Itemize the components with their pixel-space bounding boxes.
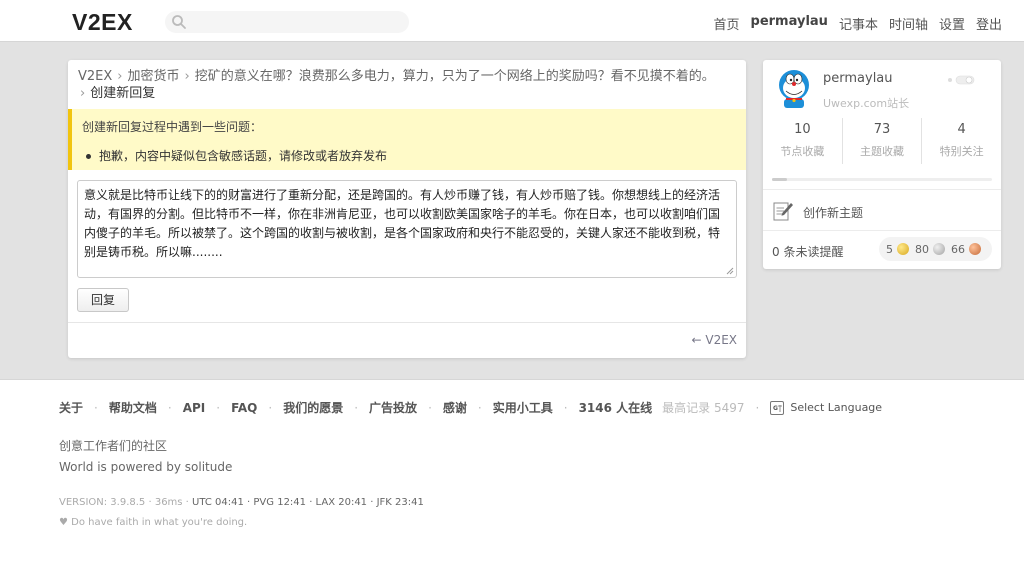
top-nav: 首页 permaylau 记事本 时间轴 设置 登出 <box>714 14 1003 33</box>
footer-link-thanks[interactable]: 感谢 <box>443 399 467 416</box>
breadcrumb-separator: › <box>184 69 190 84</box>
divider <box>763 189 1001 190</box>
online-count: 3146 人在线 <box>578 401 653 415</box>
version-text: VERSION: 3.9.8.5 · 36ms · <box>59 497 193 508</box>
bronze-count: 66 <box>951 242 965 256</box>
breadcrumb-topic[interactable]: 挖矿的意义在哪？浪费那么多电力，算力，只为了一个网络上的奖励吗？看不见摸不着的。 <box>195 69 715 84</box>
footer-dot: · <box>268 400 273 415</box>
footer-dot: · <box>167 400 172 415</box>
footer-dot: · <box>216 400 221 415</box>
footer-dot: · <box>563 400 568 415</box>
footer-link-advertise[interactable]: 广告投放 <box>369 399 417 416</box>
footer-link-help[interactable]: 帮助文档 <box>109 399 157 416</box>
footer-faith: ♥ Do have faith in what you're doing. <box>59 517 248 528</box>
username[interactable]: permaylau <box>823 71 893 86</box>
reply-button[interactable]: 回复 <box>77 288 129 312</box>
divider <box>68 322 746 323</box>
stat-value: 73 <box>873 122 891 137</box>
progress-bar <box>772 178 992 181</box>
resize-handle-icon[interactable] <box>726 267 734 275</box>
search-input[interactable] <box>165 11 409 33</box>
theme-toggle-icon[interactable] <box>946 75 986 85</box>
breadcrumb-separator: › <box>117 69 123 84</box>
balance-badge[interactable]: 5 80 66 <box>879 237 992 261</box>
footer-links: 关于 · 帮助文档 · API · FAQ · 我们的愿景 · 广告投放 · 感谢 · 实用小… <box>59 399 882 416</box>
stat-value: 10 <box>794 122 811 137</box>
nav-timeline[interactable]: 时间轴 <box>889 14 928 33</box>
warning-title: 创建新回复过程中遇到一些问题： <box>82 120 263 134</box>
footer-link-vision[interactable]: 我们的愿景 <box>283 399 343 416</box>
reply-content: 意义就是比特币让线下的的财富进行了重新分配，还是跨国的。有人炒币赚了钱，有人炒币… <box>84 188 721 259</box>
nav-logout[interactable]: 登出 <box>976 14 1002 33</box>
user-stats: 10 节点收藏 73 主题收藏 4 特别关注 <box>763 118 1001 164</box>
stat-label: 主题收藏 <box>860 145 904 158</box>
site-logo[interactable]: V2EX <box>72 9 133 36</box>
footer-link-api[interactable]: API <box>183 401 206 415</box>
footer-link-faq[interactable]: FAQ <box>231 401 257 415</box>
nav-user[interactable]: permaylau <box>751 14 828 33</box>
nav-home[interactable]: 首页 <box>714 14 740 33</box>
edit-icon <box>773 202 793 221</box>
user-panel: permaylau Uwexp.com站长 10 节点收藏 73 主题收藏 4 … <box>763 60 1001 269</box>
max-record: 最高记录 5497 <box>662 401 745 415</box>
stat-label: 节点收藏 <box>780 145 825 158</box>
top-bar: V2EX 首页 permaylau 记事本 时间轴 设置 登出 <box>0 0 1024 42</box>
breadcrumb-node[interactable]: 加密货币 <box>128 69 180 84</box>
new-topic-label: 创作新主题 <box>803 206 864 220</box>
warning-item: 抱歉，内容中疑似包含敏感话题，请修改或者放弃发布 <box>86 147 387 164</box>
reply-textarea[interactable]: 意义就是比特币让线下的的财富进行了重新分配，还是跨国的。有人炒币赚了钱，有人炒币… <box>77 180 737 278</box>
footer-link-about[interactable]: 关于 <box>59 399 83 416</box>
svg-text:G: G <box>773 405 778 412</box>
footer-link-tools[interactable]: 实用小工具 <box>493 399 553 416</box>
stat-following[interactable]: 4 特别关注 <box>921 118 1001 164</box>
gold-count: 5 <box>886 242 893 256</box>
divider <box>763 230 1001 231</box>
footer-version: VERSION: 3.9.8.5 · 36ms · UTC 04:41 · PV… <box>59 497 424 508</box>
footer-slogan: 创意工作者们的社区 <box>59 439 168 453</box>
back-link[interactable]: ← V2EX <box>691 333 737 347</box>
footer-dot: · <box>428 400 432 415</box>
breadcrumb-current: 创建新回复 <box>90 86 156 101</box>
nav-notes[interactable]: 记事本 <box>839 14 878 33</box>
stat-value: 4 <box>957 122 966 137</box>
progress-fill <box>772 178 788 181</box>
footer-dot: · <box>755 400 760 415</box>
stat-label: 特别关注 <box>939 145 984 158</box>
breadcrumb: V2EX › 加密货币 › 挖矿的意义在哪？浪费那么多电力，算力，只为了一个网络上的奖励… <box>78 68 738 102</box>
stat-topic-favorites[interactable]: 73 主题收藏 <box>841 118 922 164</box>
unread-notifications[interactable]: 0 条未读提醒 <box>772 243 843 260</box>
nav-settings[interactable]: 设置 <box>939 14 965 33</box>
gold-coin-icon <box>897 243 909 255</box>
warning-item-text: 抱歉，内容中疑似包含敏感话题，请修改或者放弃发布 <box>99 149 388 163</box>
breadcrumb-separator: › <box>80 86 86 101</box>
bullet-icon <box>86 154 91 159</box>
search-icon <box>172 15 186 29</box>
avatar[interactable] <box>776 69 812 109</box>
bronze-coin-icon <box>969 243 981 255</box>
footer-powered: World is powered by solitude <box>59 460 233 474</box>
user-tagline: Uwexp.com站长 <box>823 97 910 110</box>
reply-box: V2EX › 加密货币 › 挖矿的意义在哪？浪费那么多电力，算力，只为了一个网络上的奖励… <box>68 60 746 358</box>
footer-dot: · <box>477 400 482 415</box>
footer-dot: · <box>94 400 98 415</box>
timezones: UTC 04:41 · PVG 12:41 · LAX 20:41 · JFK … <box>192 497 424 508</box>
translate-icon[interactable]: G <box>770 400 785 415</box>
silver-count: 80 <box>915 242 929 256</box>
footer: 关于 · 帮助文档 · API · FAQ · 我们的愿景 · 广告投放 · 感谢 · 实用小… <box>0 379 1024 565</box>
footer-dot: · <box>354 400 359 415</box>
select-language[interactable]: Select Language <box>790 401 882 414</box>
breadcrumb-root[interactable]: V2EX <box>78 69 112 84</box>
stat-node-favorites[interactable]: 10 节点收藏 <box>763 118 842 164</box>
silver-coin-icon <box>933 243 945 255</box>
new-topic-link[interactable]: 创作新主题 <box>772 200 992 222</box>
warning-box: 创建新回复过程中遇到一些问题： 抱歉，内容中疑似包含敏感话题，请修改或者放弃发布 <box>68 109 746 170</box>
